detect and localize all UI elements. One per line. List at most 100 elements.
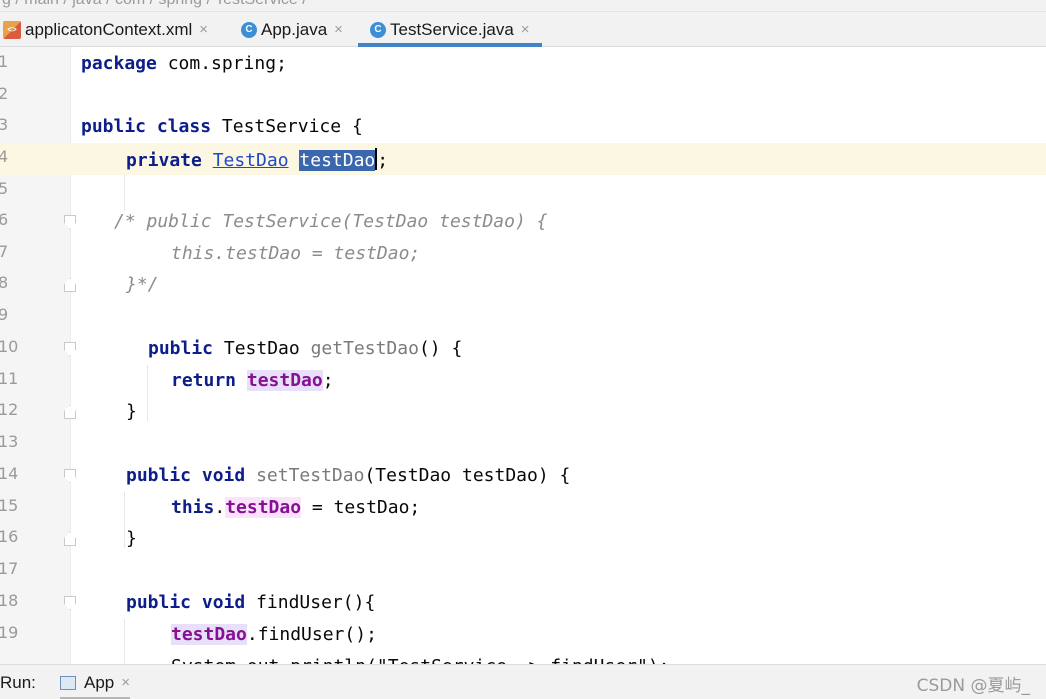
field-reference: testDao bbox=[171, 624, 247, 645]
method-name: setTestDao bbox=[256, 465, 365, 486]
code-text: = testDao; bbox=[301, 497, 421, 518]
field-reference: testDao bbox=[225, 497, 302, 518]
keyword: public bbox=[126, 465, 192, 486]
keyword: private bbox=[126, 150, 202, 171]
watermark-text: CSDN @夏屿_ bbox=[916, 676, 1030, 696]
comment-text: }*/ bbox=[126, 274, 159, 295]
java-class-icon: C bbox=[370, 21, 386, 38]
run-label: Run: bbox=[0, 673, 36, 692]
keyword: package bbox=[81, 53, 157, 74]
line-number: 8 bbox=[0, 273, 9, 292]
run-tab-app[interactable]: App × bbox=[60, 665, 131, 699]
keyword: this bbox=[171, 497, 215, 518]
code-line: 1 package com.spring; bbox=[0, 48, 1046, 80]
code-line: 15 this.testDao = testDao; bbox=[0, 492, 1046, 524]
code-text: . bbox=[214, 497, 226, 518]
code-line: 12 } bbox=[0, 396, 1046, 428]
line-number: 7 bbox=[0, 242, 9, 261]
code-line: 3 public class TestService { bbox=[0, 111, 1046, 143]
code-line: 18 public void findUser(){ bbox=[0, 587, 1046, 619]
line-number: 11 bbox=[0, 369, 19, 388]
keyword: void bbox=[201, 465, 246, 486]
type-reference-link[interactable]: TestDao bbox=[213, 150, 289, 171]
xml-file-icon: <> bbox=[3, 20, 21, 39]
fold-arrow-icon[interactable] bbox=[64, 405, 76, 419]
close-icon[interactable]: × bbox=[199, 21, 208, 38]
code-line: 19 testDao.findUser(); bbox=[0, 619, 1046, 651]
code-line: 7 this.testDao = testDao; bbox=[0, 238, 1046, 270]
keyword: public bbox=[81, 116, 147, 137]
keyword: public bbox=[126, 592, 192, 613]
keyword: class bbox=[156, 116, 212, 137]
code-text: ; bbox=[377, 150, 389, 171]
comment-text: this.testDao = testDao; bbox=[171, 243, 421, 264]
code-line: 16 } bbox=[0, 523, 1046, 555]
line-number: 3 bbox=[0, 115, 9, 134]
code-text: System.out.println("TestService -> findU… bbox=[171, 656, 670, 664]
tab-applicationcontext-xml[interactable]: <> applicatonContext.xml × bbox=[3, 12, 208, 47]
navigation-breadcrumb: g / main / java / com / spring / TestSer… bbox=[0, 0, 1046, 12]
code-line: 6 /* public TestService(TestDao testDao)… bbox=[0, 206, 1046, 238]
code-editor[interactable]: 1 package com.spring; 2 3 public class T… bbox=[0, 47, 1046, 664]
line-number: 2 bbox=[0, 84, 9, 103]
close-icon[interactable]: × bbox=[334, 21, 343, 38]
line-number: 16 bbox=[0, 527, 19, 546]
fold-arrow-icon[interactable] bbox=[64, 532, 76, 546]
fold-arrow-icon[interactable] bbox=[64, 278, 76, 292]
code-text: TestDao bbox=[223, 338, 300, 359]
field-reference: testDao bbox=[246, 370, 323, 391]
keyword: return bbox=[171, 370, 237, 391]
code-text: com.spring; bbox=[156, 53, 287, 74]
line-number: 9 bbox=[0, 305, 9, 324]
code-text: .findUser(); bbox=[246, 624, 377, 645]
code-text: } bbox=[126, 528, 137, 549]
line-number: 15 bbox=[0, 496, 19, 515]
tab-label: applicatonContext.xml bbox=[25, 19, 193, 39]
code-line: 11 return testDao; bbox=[0, 365, 1046, 397]
line-number: 6 bbox=[0, 210, 9, 229]
console-window-icon bbox=[60, 675, 76, 690]
line-number: 14 bbox=[0, 464, 19, 483]
code-line: 14 public void setTestDao(TestDao testDa… bbox=[0, 460, 1046, 492]
tab-label: TestService.java bbox=[390, 19, 514, 39]
code-text: ; bbox=[322, 370, 334, 391]
keyword: public bbox=[148, 338, 214, 359]
close-icon[interactable]: × bbox=[121, 674, 130, 691]
line-number: 17 bbox=[0, 559, 19, 578]
java-class-icon: C bbox=[241, 21, 257, 38]
code-text: } bbox=[126, 401, 137, 422]
line-number: 19 bbox=[0, 623, 19, 642]
line-number: 18 bbox=[0, 591, 19, 610]
line-number: 12 bbox=[0, 400, 19, 419]
close-icon[interactable]: × bbox=[521, 21, 530, 38]
tab-testservice-java[interactable]: C TestService.java × bbox=[358, 12, 542, 47]
keyword: void bbox=[201, 592, 246, 613]
code-line: 9 bbox=[0, 301, 1046, 333]
code-line: 5 bbox=[0, 175, 1046, 207]
code-text: findUser(){ bbox=[245, 592, 376, 613]
code-line: 8 }*/ bbox=[0, 269, 1046, 301]
fold-arrow-icon[interactable] bbox=[64, 215, 76, 229]
code-line: 17 bbox=[0, 555, 1046, 587]
code-text: (TestDao testDao) { bbox=[364, 465, 571, 486]
run-tool-window-bar: Run: App × CSDN @夏屿_ bbox=[0, 664, 1046, 699]
selected-identifier[interactable]: testDao bbox=[299, 150, 376, 171]
fold-arrow-icon[interactable] bbox=[64, 469, 76, 483]
run-tab-label: App bbox=[84, 672, 115, 692]
editor-tab-bar: <> applicatonContext.xml × C App.java × … bbox=[0, 12, 1046, 47]
line-number: 13 bbox=[0, 432, 19, 451]
tab-app-java[interactable]: C App.java × bbox=[241, 12, 343, 47]
comment-text: /* public TestService(TestDao testDao) { bbox=[114, 211, 548, 232]
method-name: getTestDao bbox=[310, 338, 419, 359]
code-text: () { bbox=[418, 338, 463, 359]
breadcrumb-text: g / main / java / com / spring / TestSer… bbox=[2, 0, 307, 9]
fold-arrow-icon[interactable] bbox=[64, 596, 76, 610]
code-line: System.out.println("TestService -> findU… bbox=[0, 651, 1046, 664]
line-number: 10 bbox=[0, 337, 19, 356]
line-number: 5 bbox=[0, 179, 9, 198]
fold-arrow-icon[interactable] bbox=[64, 342, 76, 356]
line-number: 1 bbox=[0, 52, 9, 71]
code-line-current: 4 private TestDao testDao; bbox=[0, 143, 1046, 175]
code-line: 10 public TestDao getTestDao() { bbox=[0, 333, 1046, 365]
code-line: 2 bbox=[0, 80, 1046, 112]
